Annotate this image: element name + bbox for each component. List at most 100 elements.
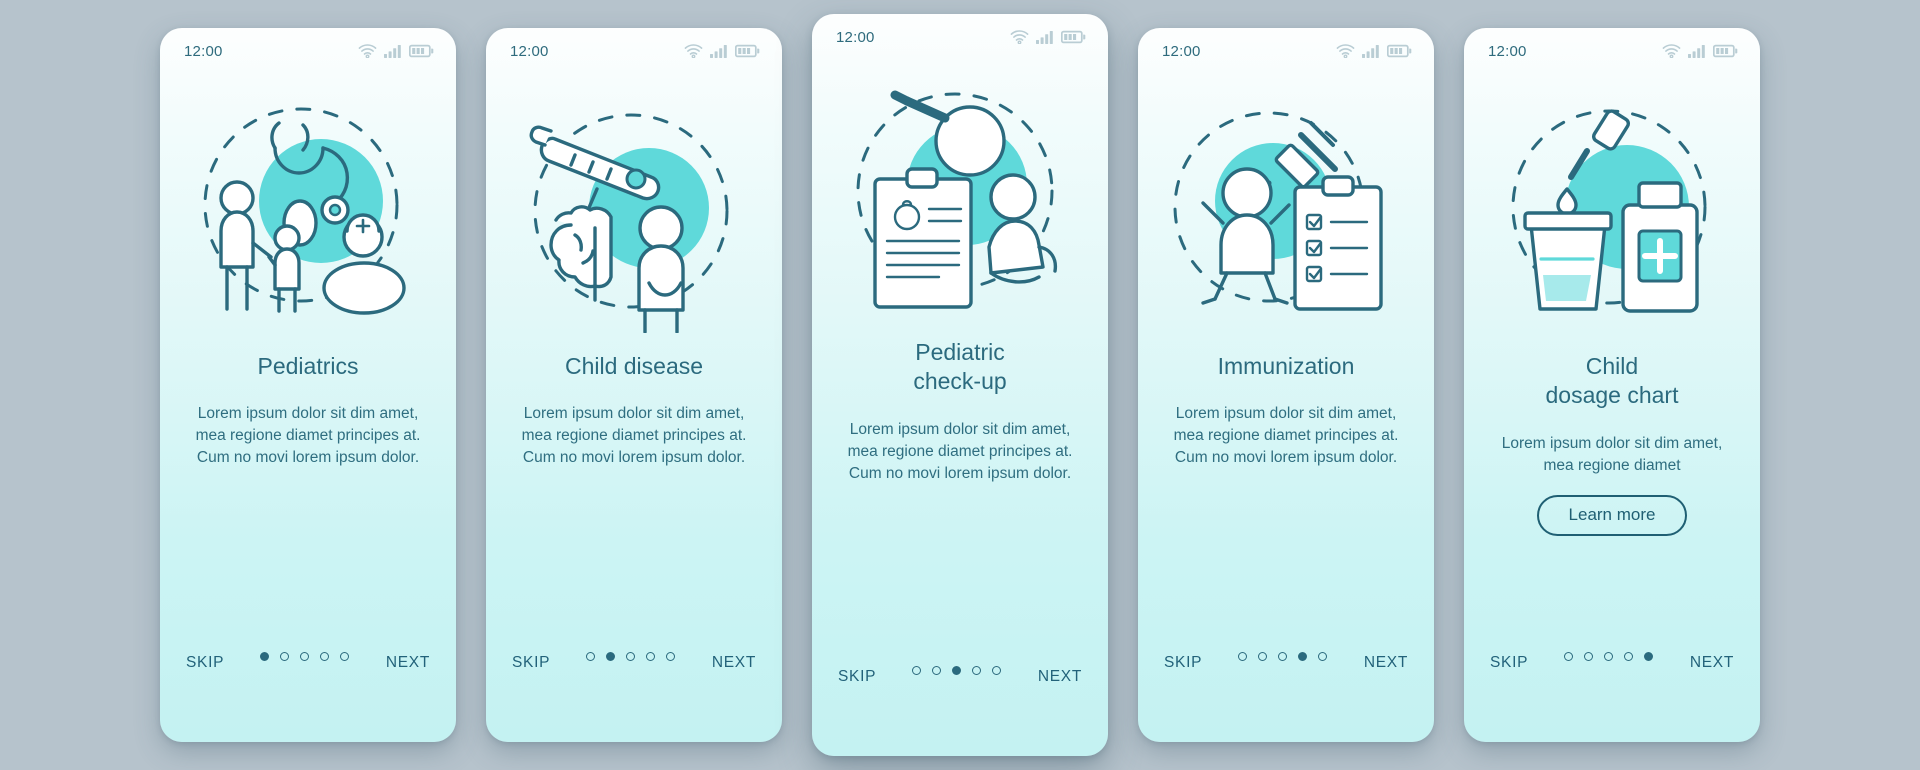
status-bar-icons <box>358 44 434 58</box>
illustration-area <box>812 60 1108 328</box>
battery-icon <box>1387 44 1412 58</box>
status-bar: 12:00 <box>486 28 782 72</box>
pagination-dot-3[interactable] <box>1278 652 1288 661</box>
pagination-dot-3[interactable] <box>952 666 962 675</box>
status-bar-time: 12:00 <box>836 29 875 46</box>
card-content: Child disease Lorem ipsum dolor sit dim … <box>486 342 782 630</box>
status-bar-icons <box>1662 44 1738 58</box>
pagination-dots <box>260 652 350 661</box>
status-bar-time: 12:00 <box>1162 43 1201 60</box>
status-bar-icons <box>1010 30 1086 44</box>
status-bar: 12:00 <box>812 14 1108 58</box>
pagination-dot-1[interactable] <box>1564 652 1574 661</box>
card-title: Child dosage chart <box>1545 353 1679 409</box>
pagination-dot-5[interactable] <box>666 652 676 661</box>
status-bar-icons <box>1336 44 1412 58</box>
status-bar-time: 12:00 <box>1488 43 1527 60</box>
pagination-dot-1[interactable] <box>1238 652 1248 661</box>
wifi-icon <box>358 44 377 58</box>
cellular-signal-icon <box>1036 30 1054 44</box>
skip-button[interactable]: SKIP <box>512 655 550 671</box>
card-footer-nav: SKIP NEXT <box>1138 630 1434 742</box>
cellular-signal-icon <box>710 44 728 58</box>
illustration-area <box>1464 74 1760 342</box>
pagination-dot-2[interactable] <box>606 652 616 661</box>
pagination-dot-5[interactable] <box>1644 652 1654 661</box>
card-description: Lorem ipsum dolor sit dim amet, mea regi… <box>1501 434 1723 474</box>
learn-more-button[interactable]: Learn more <box>1536 494 1688 536</box>
pagination-dot-4[interactable] <box>320 652 330 661</box>
pagination-dot-2[interactable] <box>280 652 290 661</box>
illustration-area <box>1138 74 1434 342</box>
pagination-dots <box>1238 652 1328 661</box>
illustration-area <box>160 74 456 342</box>
status-bar-time: 12:00 <box>510 43 549 60</box>
skip-button[interactable]: SKIP <box>186 655 224 671</box>
card-title: Pediatrics <box>257 353 359 379</box>
onboarding-screens-stage: 12:00 Pediatrics Lorem ipsum dolor sit d… <box>0 0 1920 770</box>
pagination-dot-4[interactable] <box>972 666 982 675</box>
skip-button[interactable]: SKIP <box>1164 655 1202 671</box>
battery-icon <box>409 44 434 58</box>
pagination-dot-4[interactable] <box>1624 652 1634 661</box>
skip-button[interactable]: SKIP <box>838 669 876 685</box>
card-footer-nav: SKIP NEXT <box>160 630 456 742</box>
card-footer-nav: SKIP NEXT <box>812 644 1108 756</box>
illustration-area <box>486 74 782 342</box>
wifi-icon <box>684 44 703 58</box>
card-description: Lorem ipsum dolor sit dim amet, mea regi… <box>195 405 421 467</box>
card-title: Pediatric check-up <box>913 339 1007 395</box>
skip-button[interactable]: SKIP <box>1490 655 1528 671</box>
onboarding-card-immunization: 12:00 Immunization Lorem ipsum dolor sit… <box>1138 28 1434 742</box>
status-bar: 12:00 <box>1464 28 1760 72</box>
card-content: Pediatrics Lorem ipsum dolor sit dim ame… <box>160 342 456 630</box>
pagination-dot-1[interactable] <box>586 652 596 661</box>
pagination-dot-3[interactable] <box>300 652 310 661</box>
pagination-dot-5[interactable] <box>992 666 1002 675</box>
next-button[interactable]: NEXT <box>1038 669 1082 685</box>
pediatric-checkup-illustration <box>856 90 1058 309</box>
status-bar: 12:00 <box>160 28 456 72</box>
pagination-dot-1[interactable] <box>260 652 270 661</box>
cellular-signal-icon <box>1362 44 1380 58</box>
pagination-dot-3[interactable] <box>626 652 636 661</box>
onboarding-card-child-disease: 12:00 Child disease Lorem ipsum dolor si… <box>486 28 782 742</box>
onboarding-card-child-dosage-chart: 12:00 Child dosage chart Lorem ipsum dol… <box>1464 28 1760 742</box>
next-button[interactable]: NEXT <box>1690 655 1734 671</box>
child-dosage-chart-illustration <box>1511 109 1707 313</box>
cellular-signal-icon <box>384 44 402 58</box>
onboarding-card-pediatric-check-up: 12:00 Pediatric check-up Lorem ipsum dol… <box>812 14 1108 756</box>
pagination-dot-4[interactable] <box>646 652 656 661</box>
pagination-dots <box>586 652 676 661</box>
pediatrics-illustration <box>203 107 406 315</box>
card-footer-nav: SKIP NEXT <box>1464 630 1760 742</box>
pagination-dot-3[interactable] <box>1604 652 1614 661</box>
wifi-icon <box>1010 30 1029 44</box>
pagination-dot-1[interactable] <box>912 666 922 675</box>
child-disease-illustration <box>529 113 729 333</box>
pagination-dot-2[interactable] <box>1258 652 1268 661</box>
battery-icon <box>1061 30 1086 44</box>
card-content: Immunization Lorem ipsum dolor sit dim a… <box>1138 342 1434 630</box>
pagination-dots <box>1564 652 1654 661</box>
status-bar-time: 12:00 <box>184 43 223 60</box>
immunization-illustration <box>1173 111 1383 311</box>
next-button[interactable]: NEXT <box>1364 655 1408 671</box>
cellular-signal-icon <box>1688 44 1706 58</box>
card-content: Pediatric check-up Lorem ipsum dolor sit… <box>812 328 1108 644</box>
card-title: Child disease <box>564 353 704 379</box>
card-description: Lorem ipsum dolor sit dim amet, mea regi… <box>1173 405 1399 467</box>
card-description: Lorem ipsum dolor sit dim amet, mea regi… <box>521 405 747 467</box>
next-button[interactable]: NEXT <box>712 655 756 671</box>
pagination-dot-2[interactable] <box>932 666 942 675</box>
pagination-dot-5[interactable] <box>1318 652 1328 661</box>
card-footer-nav: SKIP NEXT <box>486 630 782 742</box>
wifi-icon <box>1336 44 1355 58</box>
pagination-dot-4[interactable] <box>1298 652 1308 661</box>
next-button[interactable]: NEXT <box>386 655 430 671</box>
status-bar: 12:00 <box>1138 28 1434 72</box>
pagination-dot-5[interactable] <box>340 652 350 661</box>
pagination-dot-2[interactable] <box>1584 652 1594 661</box>
card-description: Lorem ipsum dolor sit dim amet, mea regi… <box>847 420 1073 482</box>
pagination-dots <box>912 666 1002 675</box>
